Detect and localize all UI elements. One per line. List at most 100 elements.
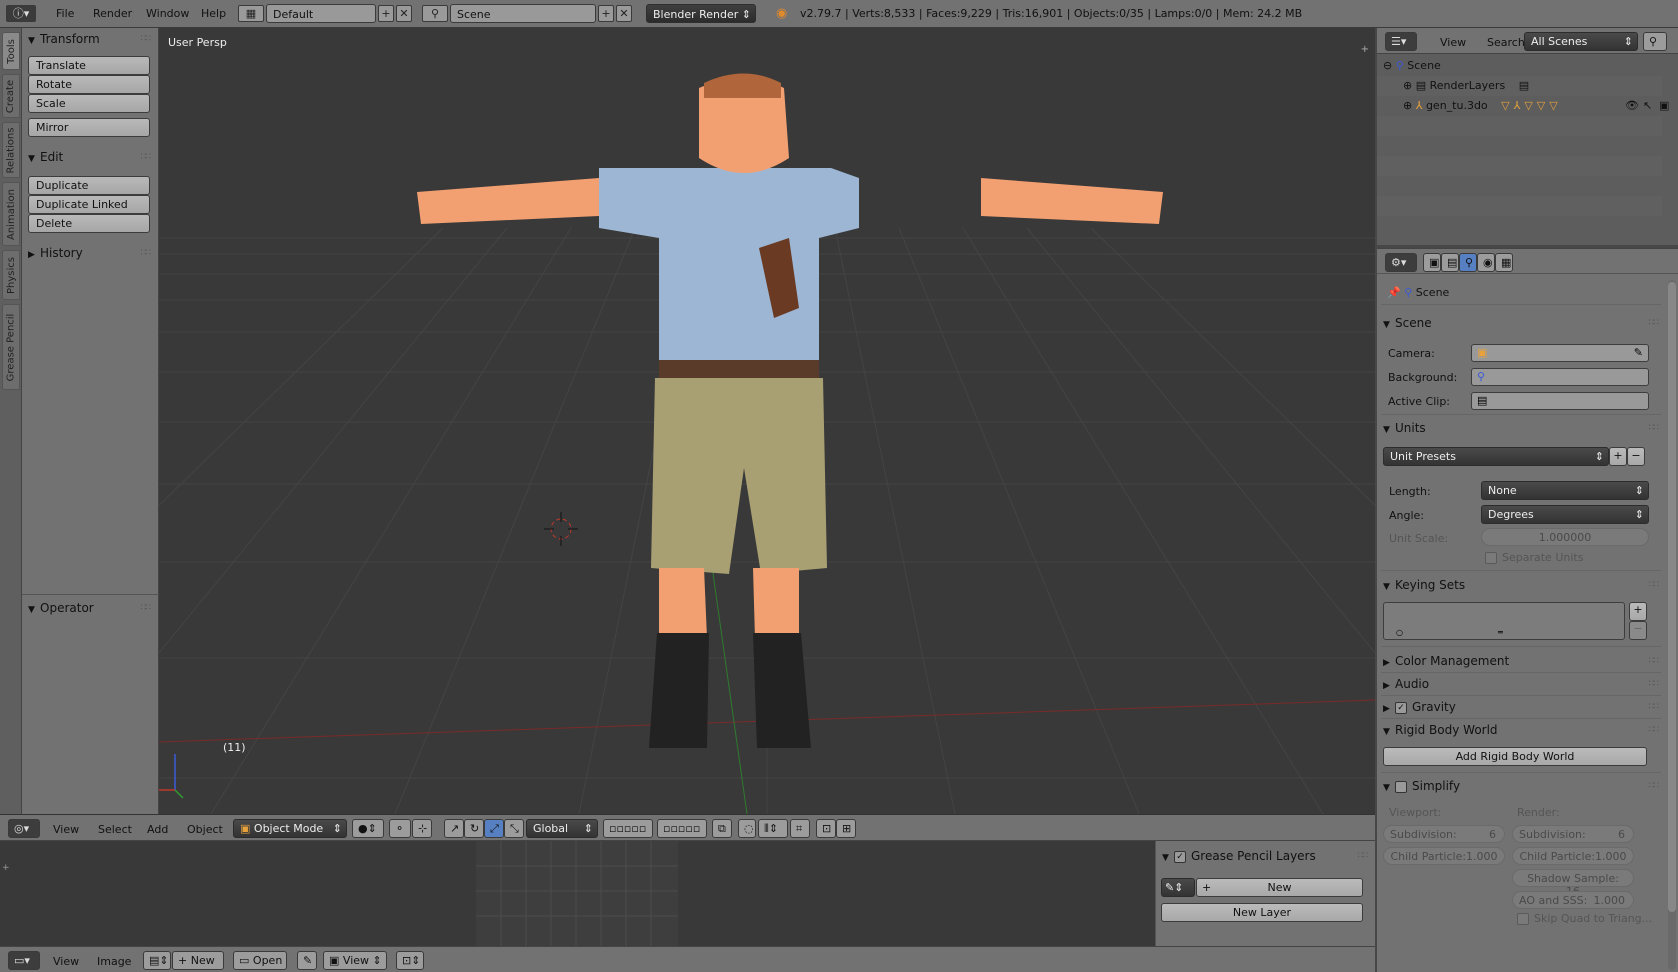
menu-image[interactable]: Image — [97, 955, 131, 968]
menu-add[interactable]: Add — [147, 823, 168, 836]
drag-grip-icon[interactable]: ∷∷ — [1649, 781, 1660, 791]
view-mode-dropdown[interactable]: ▣ View ⇕ — [323, 951, 387, 970]
panel-gravity-header[interactable]: ▶ ✓ Gravity — [1383, 700, 1456, 714]
tab-relations[interactable]: Relations — [2, 122, 20, 178]
render-preview-icon[interactable]: ⊡ — [816, 819, 836, 838]
scene-icon[interactable]: ⚲ — [422, 5, 448, 22]
drag-grip-icon[interactable]: ∷∷ — [1649, 423, 1660, 433]
expand-icon[interactable]: ⊕ — [1403, 99, 1412, 112]
drag-grip-icon[interactable]: ∷∷ — [1649, 725, 1660, 735]
panel-transform-header[interactable]: ▼ Transform — [28, 32, 100, 46]
menu-view[interactable]: View — [53, 955, 79, 968]
translate-button[interactable]: Translate — [28, 56, 150, 75]
angle-dropdown[interactable]: Degrees ⇕ — [1481, 505, 1649, 524]
remove-scene-icon[interactable]: ✕ — [616, 5, 632, 22]
mode-dropdown[interactable]: ▣ Object Mode ⇕ — [233, 819, 347, 838]
list-grip-icon[interactable]: ═ — [1498, 628, 1503, 637]
tab-create[interactable]: Create — [2, 74, 20, 118]
editor-type-3d-icon[interactable]: ◎▾ — [8, 819, 40, 838]
mirror-button[interactable]: Mirror — [28, 118, 150, 137]
active-clip-field[interactable]: ▤ — [1471, 392, 1649, 410]
drag-grip-icon[interactable]: ∷∷ — [1649, 702, 1660, 712]
drag-grip-icon[interactable]: ∷∷ — [1649, 318, 1660, 328]
manip-options-icon[interactable]: ⤡ — [504, 819, 524, 838]
editor-type-outliner-icon[interactable]: ☰▾ — [1385, 32, 1417, 51]
drag-grip-icon[interactable]: ∷∷ — [141, 152, 152, 162]
skip-quad-checkbox[interactable]: Skip Quad to Triang... — [1517, 912, 1652, 925]
render-animation-icon[interactable]: ⊞ — [836, 819, 856, 838]
panel-color-management-header[interactable]: ▶ Color Management — [1383, 654, 1509, 668]
expand-toolbar-icon[interactable]: + — [2, 863, 10, 873]
menu-help[interactable]: Help — [201, 7, 226, 20]
menu-search[interactable]: Search — [1487, 36, 1525, 49]
translate-manipulator-icon[interactable]: ↗ — [444, 819, 464, 838]
tab-animation[interactable]: Animation — [2, 182, 20, 246]
render-camera-icon[interactable]: ▣ — [1659, 99, 1669, 112]
shading-dropdown[interactable]: ●⇕ — [352, 819, 384, 838]
keying-sets-list[interactable]: ○ ═ — [1383, 602, 1625, 640]
scene-name-field[interactable]: Scene — [450, 4, 596, 23]
panel-scene-header[interactable]: ▼ Scene — [1383, 316, 1432, 330]
character-model[interactable] — [417, 73, 1163, 749]
proportional-edit-icon[interactable]: ◌ — [738, 819, 756, 838]
layers-grid-2[interactable]: ▫▫▫▫▫ — [657, 819, 707, 838]
snap-target-icon[interactable]: ⌗ — [790, 819, 810, 838]
pivot-icon[interactable]: ⚬ — [389, 819, 411, 838]
grease-pencil-header[interactable]: ▼ ✓ Grease Pencil Layers — [1162, 849, 1316, 863]
add-scene-icon[interactable]: + — [598, 5, 614, 22]
scene-tab-icon[interactable]: ⚲ — [1459, 253, 1477, 272]
new-grease-pencil-button[interactable]: + New — [1196, 878, 1363, 897]
remove-keying-set-icon[interactable]: − — [1629, 621, 1647, 640]
pencil-datablock-icon[interactable]: ✎⇕ — [1161, 878, 1195, 897]
menu-view[interactable]: View — [53, 823, 79, 836]
list-resize-icon[interactable]: ○ — [1396, 628, 1403, 637]
menu-window[interactable]: Window — [146, 7, 189, 20]
panel-units-header[interactable]: ▼ Units — [1383, 421, 1426, 435]
drag-grip-icon[interactable]: ∷∷ — [1649, 656, 1660, 666]
new-image-button[interactable]: + New — [172, 951, 224, 970]
snap-element-icon[interactable]: ⦀⇕ — [758, 819, 788, 838]
layout-name-field[interactable]: Default — [266, 4, 376, 23]
collapse-icon[interactable]: ⊖ — [1383, 59, 1392, 72]
background-field[interactable]: ⚲ — [1471, 368, 1649, 386]
menu-view[interactable]: View — [1440, 36, 1466, 49]
layers-grid-1[interactable]: ▫▫▫▫▫ — [603, 819, 653, 838]
gravity-checkbox[interactable]: ✓ — [1395, 701, 1407, 714]
render-subdivision-field[interactable]: Subdivision: 6 — [1512, 825, 1634, 843]
viewport-child-particle-field[interactable]: Child Particle:1.000 — [1383, 847, 1505, 865]
scale-button[interactable]: Scale — [28, 94, 150, 113]
pin-icon[interactable]: ✎ — [297, 951, 317, 970]
new-layer-button[interactable]: New Layer — [1161, 903, 1363, 922]
length-dropdown[interactable]: None ⇕ — [1481, 481, 1649, 500]
delete-button[interactable]: Delete — [28, 214, 150, 233]
3d-viewport[interactable]: User Persp (11) + — [159, 28, 1375, 814]
render-tab-icon[interactable]: ▣ — [1423, 253, 1441, 272]
separate-units-checkbox[interactable]: Separate Units — [1485, 551, 1583, 564]
shadow-sample-field[interactable]: Shadow Sample: 16 — [1512, 869, 1634, 898]
remove-preset-icon[interactable]: − — [1627, 447, 1645, 466]
snap-icon[interactable]: ⊡⇕ — [396, 951, 424, 970]
ao-sss-field[interactable]: AO and SSS: 1.000 — [1512, 891, 1634, 909]
search-icon[interactable]: ⚲ — [1643, 32, 1667, 51]
properties-scrollbar-thumb[interactable] — [1668, 282, 1676, 912]
info-editor-icon[interactable]: ⓘ▾ — [6, 5, 36, 22]
panel-audio-header[interactable]: ▶ Audio — [1383, 677, 1429, 691]
add-layout-icon[interactable]: + — [378, 5, 394, 22]
unit-presets-dropdown[interactable]: Unit Presets ⇕ — [1383, 447, 1609, 466]
outliner-row-object[interactable]: ⊕ ⅄ gen_tu.3do ▽⅄▽▽▽ 👁 ↖ ▣ — [1377, 96, 1669, 116]
expand-properties-icon[interactable]: + — [1361, 44, 1369, 55]
panel-operator-header[interactable]: ▼ Operator — [28, 601, 94, 615]
orientation-dropdown[interactable]: Global ⇕ — [526, 819, 598, 838]
add-rigid-body-world-button[interactable]: Add Rigid Body World — [1383, 747, 1647, 766]
lock-camera-icon[interactable]: ⧉ — [712, 819, 732, 838]
viewport-subdivision-field[interactable]: Subdivision: 6 — [1383, 825, 1505, 843]
add-preset-icon[interactable]: + — [1609, 447, 1627, 466]
camera-field[interactable]: ▣ ✎ — [1471, 344, 1649, 362]
outliner-filter-dropdown[interactable]: All Scenes ⇕ — [1524, 32, 1638, 51]
outliner-row-renderlayers[interactable]: ⊕ ▤ RenderLayers ▤ — [1377, 76, 1662, 96]
tab-tools[interactable]: Tools — [2, 32, 20, 70]
layout-icon[interactable]: ▦ — [238, 5, 264, 22]
render-layers-tab-icon[interactable]: ▤ — [1441, 253, 1459, 272]
duplicate-button[interactable]: Duplicate — [28, 176, 150, 195]
drag-grip-icon[interactable]: ∷∷ — [1649, 679, 1660, 689]
